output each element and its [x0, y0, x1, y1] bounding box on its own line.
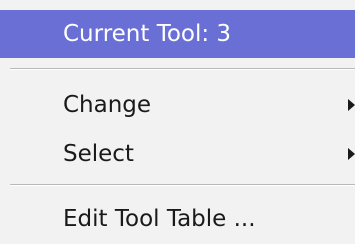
submenu-arrow-icon [348, 99, 355, 111]
menu-item-select[interactable]: Select [0, 134, 355, 174]
menu-separator [10, 68, 355, 70]
menu-item-change[interactable]: Change [0, 85, 355, 125]
menu-item-edit-tool-table-label: Edit Tool Table ... [63, 206, 256, 232]
menu-separator [10, 184, 355, 186]
menu-item-edit-tool-table[interactable]: Edit Tool Table ... [0, 199, 355, 239]
context-menu: Current Tool: 3 Change Select Edit Tool … [0, 0, 355, 244]
menu-item-change-label: Change [63, 92, 152, 118]
submenu-arrow-icon [348, 148, 355, 160]
menu-item-select-label: Select [63, 141, 134, 167]
current-tool-label: Current Tool: 3 [63, 21, 232, 47]
current-tool-header[interactable]: Current Tool: 3 [0, 10, 355, 58]
